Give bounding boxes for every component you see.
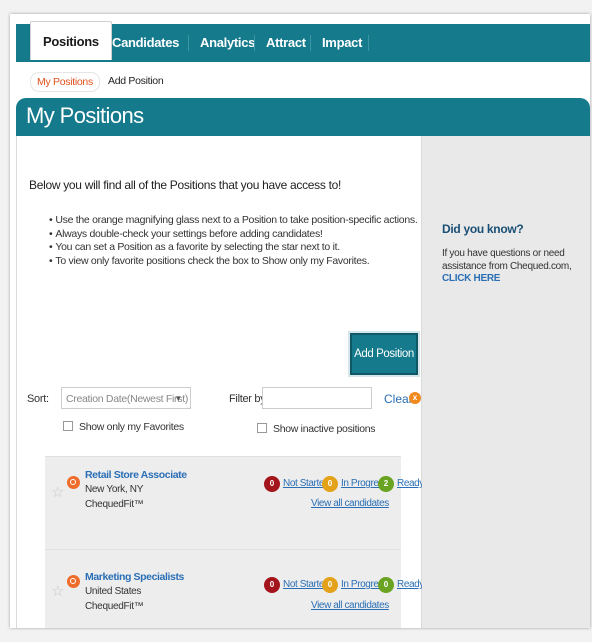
click-here-link[interactable]: CLICK HERE <box>442 273 500 284</box>
ready-link[interactable]: Ready <box>397 579 424 590</box>
page-header: My Positions <box>16 98 590 136</box>
favorites-checkbox[interactable]: Show only my Favorites <box>63 421 184 433</box>
tip-item: Use the orange magnifying glass next to … <box>55 214 417 228</box>
position-row: ☆ Retail Store Associate New York, NY Ch… <box>45 456 424 549</box>
position-row: ☆ Marketing Specialists United States Ch… <box>45 549 424 628</box>
subnav-add-position[interactable]: Add Position <box>102 72 169 90</box>
position-location: New York, NY <box>85 484 144 495</box>
help-sidebar: Did you know? If you have questions or n… <box>422 136 590 628</box>
inactive-label: Show inactive positions <box>273 423 376 435</box>
star-icon[interactable]: ☆ <box>51 584 65 599</box>
dropdown-caret-icon: ▼ <box>174 394 182 403</box>
position-product: ChequedFit™ <box>85 601 144 612</box>
help-text: If you have questions or need assistance… <box>442 248 572 272</box>
tip-item: To view only favorite positions check th… <box>55 255 417 269</box>
in-progress-badge: 0 <box>322 476 338 492</box>
sub-nav: My Positions Add Position <box>16 62 590 96</box>
nav-divider <box>368 35 369 51</box>
main-nav: Positions Candidates Analytics Attract I… <box>16 21 590 62</box>
favorites-label: Show only my Favorites <box>79 421 184 433</box>
star-icon[interactable]: ☆ <box>51 485 65 500</box>
checkbox-box[interactable] <box>257 423 267 433</box>
magnifier-icon[interactable] <box>67 476 80 489</box>
tips-list: Use the orange magnifying glass next to … <box>55 214 417 268</box>
position-title[interactable]: Marketing Specialists <box>85 571 184 583</box>
did-you-know-title: Did you know? <box>442 222 524 236</box>
ready-badge: 2 <box>378 476 394 492</box>
tab-analytics[interactable]: Analytics <box>200 24 255 62</box>
intro-text: Below you will find all of the Positions… <box>29 178 342 192</box>
magnifier-icon[interactable] <box>67 575 80 588</box>
positions-panel: Below you will find all of the Positions… <box>16 136 424 628</box>
sort-label: Sort: <box>27 393 49 405</box>
app-window: Positions Candidates Analytics Attract I… <box>10 14 590 628</box>
add-position-button[interactable]: Add Position <box>350 333 418 375</box>
position-product: ChequedFit™ <box>85 499 144 510</box>
tab-candidates[interactable]: Candidates <box>112 24 179 62</box>
sort-select[interactable]: Creation Date(Newest First) ▼ <box>61 387 191 409</box>
ready-link[interactable]: Ready <box>397 478 424 489</box>
filter-input[interactable] <box>262 387 372 409</box>
did-you-know-text: If you have questions or need assistance… <box>442 248 574 286</box>
checkbox-box[interactable] <box>63 421 73 431</box>
tab-impact[interactable]: Impact <box>322 24 362 62</box>
view-all-candidates-link[interactable]: View all candidates <box>311 600 389 611</box>
not-started-badge: 0 <box>264 476 280 492</box>
tab-attract[interactable]: Attract <box>266 24 306 62</box>
subnav-my-positions[interactable]: My Positions <box>30 72 100 92</box>
position-location: United States <box>85 586 142 597</box>
app-frame: Positions Candidates Analytics Attract I… <box>0 0 592 642</box>
view-all-candidates-link[interactable]: View all candidates <box>311 498 389 509</box>
tab-positions[interactable]: Positions <box>30 21 112 60</box>
nav-divider <box>310 35 311 51</box>
tip-item: You can set a Position as a favorite by … <box>55 241 417 255</box>
ready-badge: 0 <box>378 577 394 593</box>
tip-item: Always double-check your settings before… <box>55 228 417 242</box>
in-progress-badge: 0 <box>322 577 338 593</box>
page-title: My Positions <box>26 103 144 128</box>
not-started-badge: 0 <box>264 577 280 593</box>
position-title[interactable]: Retail Store Associate <box>85 469 187 481</box>
nav-divider <box>254 35 255 51</box>
sort-value: Creation Date(Newest First) <box>66 393 189 405</box>
inactive-checkbox[interactable]: Show inactive positions <box>257 423 376 435</box>
info-dot-icon[interactable]: x <box>409 392 421 404</box>
nav-divider <box>188 35 189 51</box>
